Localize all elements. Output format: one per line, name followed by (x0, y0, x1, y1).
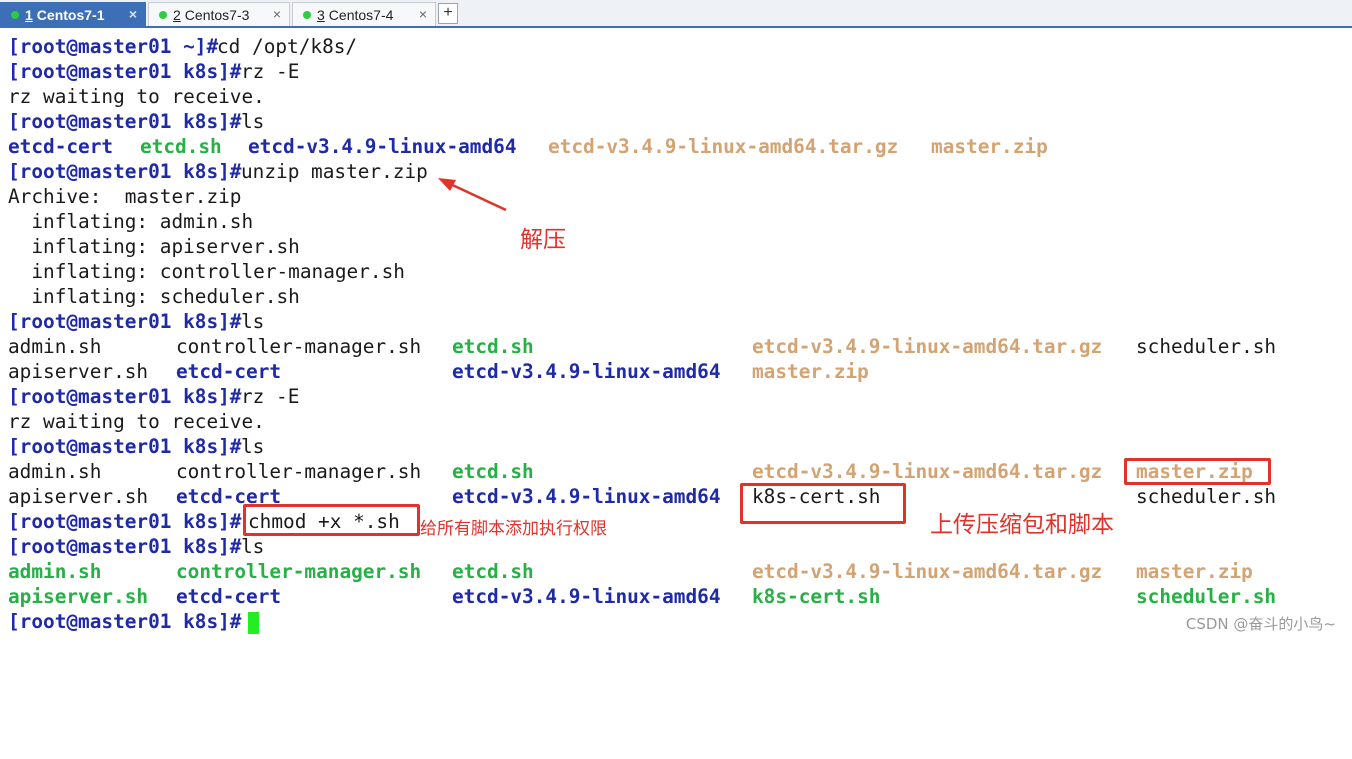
highlight-box-master-zip (1124, 458, 1271, 485)
annotation-upload: 上传压缩包和脚本 (930, 512, 1114, 538)
highlight-box-k8s-cert (740, 483, 906, 524)
highlight-box-chmod (243, 504, 420, 536)
watermark: CSDN @奋斗的小鸟~ (1185, 615, 1336, 633)
annotation-unzip: 解压 (520, 227, 566, 253)
annotation-chmod: 给所有脚本添加执行权限 (420, 519, 607, 539)
annotation-arrow-icon (438, 178, 507, 212)
